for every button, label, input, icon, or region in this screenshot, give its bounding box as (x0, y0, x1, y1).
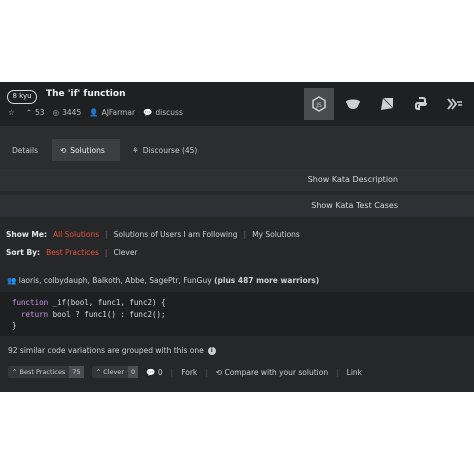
show-test-cases-bar[interactable]: Show Kata Test Cases (0, 195, 474, 217)
divider: | (243, 230, 247, 239)
author-name[interactable]: AJFarmar (102, 108, 136, 117)
filter-my-solutions[interactable]: My Solutions (252, 230, 300, 239)
kata-tabs: Details ⟲ Solutions ⚘ Discourse (45) (0, 126, 474, 172)
fork-label: Fork (181, 367, 198, 377)
info-icon[interactable]: i (207, 346, 216, 355)
tab-details[interactable]: Details (4, 139, 46, 161)
code-keyword: return (12, 309, 49, 319)
best-practices-count: 75 (69, 366, 84, 378)
tab-details-label: Details (12, 145, 39, 155)
discuss-link[interactable]: discuss (155, 108, 182, 117)
best-practices-label: Best Practices (19, 368, 66, 376)
show-me-filter: Show Me: All Solutions | Solutions of Us… (6, 230, 306, 239)
tab-discourse[interactable]: ⚘ Discourse (45) (124, 139, 205, 161)
vote-count: 53 (35, 108, 45, 117)
show-description-bar[interactable]: Show Kata Description (0, 169, 474, 191)
clever-button[interactable]: ⌃ Clever 0 (91, 366, 139, 378)
users-icon: 👥 (7, 276, 19, 285)
clever-count: 0 (128, 366, 139, 378)
kata-meta: ☆ ⌃ 53 ◎ 3445 👤 AJFarmar 💬 discuss (8, 108, 186, 117)
fork-button[interactable]: Fork | (181, 368, 208, 377)
discourse-icon: ⚘ (132, 145, 139, 155)
python-icon[interactable] (406, 88, 436, 120)
haskell-icon[interactable] (440, 88, 470, 120)
link-button[interactable]: Link (347, 368, 362, 377)
divider: | (205, 367, 208, 377)
sort-by-label: Sort By: (6, 248, 41, 257)
tab-solutions-label: Solutions (70, 145, 105, 155)
divider: | (170, 367, 174, 377)
sort-by-filter: Sort By: Best Practices | Clever (6, 248, 144, 257)
show-description-label: Show Kata Description (307, 175, 398, 184)
upvote-icon: ⌃ (12, 368, 20, 376)
solution-code: function _if(bool, func1, func2) { retur… (0, 292, 474, 336)
svg-text:JS: JS (315, 102, 322, 109)
warrior-names[interactable]: laoris, colbydauph, Balkoth, Abbe, SageP… (19, 276, 212, 285)
comments-button[interactable]: 💬 0 | (146, 368, 173, 377)
rank-badge: 8 kyu (7, 90, 37, 104)
code-text: } (12, 321, 17, 330)
show-test-cases-label: Show Kata Test Cases (311, 201, 398, 210)
kata-header: 8 kyu The 'if' function ☆ ⌃ 53 ◎ 3445 👤 … (0, 82, 474, 126)
divider: | (104, 248, 108, 257)
more-warriors: (plus 487 more warriors) (214, 276, 320, 285)
compare-button[interactable]: ⟲ Compare with your solution | (216, 368, 339, 377)
solutions-icon: ⟲ (60, 145, 67, 155)
kata-title[interactable]: The 'if' function (46, 89, 125, 99)
comment-icon: 💬 (146, 367, 158, 377)
tab-solutions[interactable]: ⟲ Solutions (52, 139, 120, 161)
link-label: Link (346, 367, 362, 377)
filter-following[interactable]: Solutions of Users I am Following (114, 230, 238, 239)
completed-count: 3445 (62, 108, 82, 117)
solution-warriors: 👥 laoris, colbydauph, Balkoth, Abbe, Sag… (7, 276, 319, 285)
upvote-icon: ⌃ (95, 368, 104, 376)
code-text: bool ? func1() : func2(); (48, 309, 166, 319)
target-icon: ◎ (52, 108, 60, 117)
grouped-variations: 92 similar code variations are grouped w… (8, 346, 216, 355)
divider: | (105, 230, 108, 239)
tab-discourse-label: Discourse (45) (142, 145, 198, 155)
solution-actions: ⌃ Best Practices 75 ⌃ Clever 0 💬 0 | Fork | … (8, 366, 370, 378)
star-icon[interactable]: ☆ (8, 108, 15, 117)
divider: | (336, 367, 339, 377)
sort-clever[interactable]: Clever (113, 248, 137, 257)
sort-best-practices[interactable]: Best Practices (46, 248, 99, 257)
ruby-icon[interactable] (372, 88, 402, 120)
upvote-icon[interactable]: ⌃ (26, 108, 32, 117)
compare-label: Compare with your solution (224, 367, 329, 377)
kata-page: 8 kyu The 'if' function ☆ ⌃ 53 ◎ 3445 👤 … (0, 82, 474, 392)
language-tabs: JS (304, 88, 474, 120)
coffeescript-icon[interactable] (338, 88, 368, 120)
comments-count: 0 (157, 367, 163, 377)
compare-icon: ⟲ (215, 367, 225, 377)
javascript-icon[interactable]: JS (304, 88, 334, 120)
code-keyword: function (12, 298, 49, 307)
best-practices-button[interactable]: ⌃ Best Practices 75 (8, 366, 84, 378)
clever-label: Clever (103, 368, 124, 376)
show-me-label: Show Me: (6, 230, 47, 239)
user-icon: 👤 (89, 108, 99, 117)
code-text: _if(bool, func1, func2) { (48, 298, 166, 307)
chat-icon: 💬 (143, 108, 153, 117)
grouped-text: 92 similar code variations are grouped w… (8, 346, 204, 355)
filter-all-solutions[interactable]: All Solutions (53, 230, 99, 239)
